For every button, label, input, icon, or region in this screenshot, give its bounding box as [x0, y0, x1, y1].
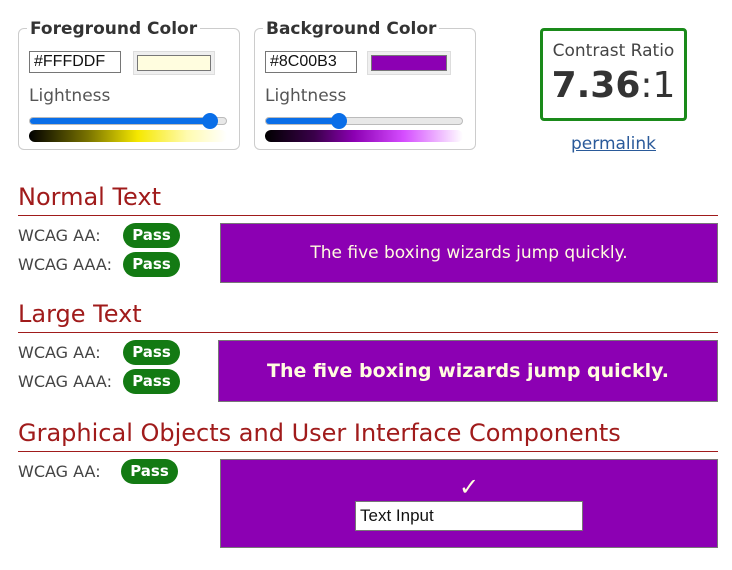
foreground-lightness-gradient — [29, 130, 227, 142]
contrast-ratio-number: 7.36 — [551, 65, 641, 106]
background-slider-thumb[interactable] — [330, 113, 347, 129]
graphical-wcag-aa-badge: Pass — [121, 459, 178, 484]
normal-text-divider — [18, 215, 718, 216]
large-text-divider — [18, 332, 718, 333]
contrast-ratio-box: Contrast Ratio 7.36:1 — [540, 28, 687, 121]
background-swatch — [371, 55, 447, 71]
normal-text-sample: The five boxing wizards jump quickly. — [220, 223, 718, 283]
graphical-objects-sample: ✓ Text Input — [220, 459, 718, 548]
normal-wcag-aaa-badge: Pass — [123, 252, 180, 277]
foreground-slider-thumb[interactable] — [202, 113, 219, 129]
contrast-ratio-label: Contrast Ratio — [552, 41, 675, 61]
foreground-swatch — [137, 55, 211, 71]
foreground-lightness-slider[interactable] — [29, 113, 227, 129]
contrast-ratio-suffix: :1 — [640, 65, 676, 106]
foreground-color-picker[interactable] — [133, 51, 215, 75]
checkmark-icon: ✓ — [458, 473, 480, 501]
foreground-lightness-label: Lightness — [29, 86, 111, 106]
large-wcag-aaa-label: WCAG AAA: — [18, 372, 112, 391]
background-lightness-label: Lightness — [265, 86, 347, 106]
foreground-slider-fill — [30, 118, 211, 124]
large-text-heading: Large Text — [18, 300, 142, 328]
sample-text-input[interactable]: Text Input — [355, 501, 583, 531]
normal-text-heading: Normal Text — [18, 183, 162, 211]
background-slider-fill — [266, 118, 339, 124]
foreground-color-panel: Foreground Color #FFFDDF Lightness — [18, 17, 240, 150]
graphical-wcag-aa-label: WCAG AA: — [18, 462, 101, 481]
background-hex-input[interactable]: #8C00B3 — [265, 51, 357, 73]
graphical-objects-divider — [18, 451, 718, 452]
normal-wcag-aa-label: WCAG AA: — [18, 226, 101, 245]
background-legend: Background Color — [263, 17, 440, 41]
background-lightness-gradient — [265, 130, 463, 142]
large-text-sample: The five boxing wizards jump quickly. — [218, 340, 718, 402]
background-color-picker[interactable] — [367, 51, 451, 75]
normal-wcag-aaa-label: WCAG AAA: — [18, 255, 112, 274]
contrast-ratio-value: 7.36:1 — [543, 65, 684, 106]
background-lightness-slider[interactable] — [265, 113, 463, 129]
background-color-panel: Background Color #8C00B3 Lightness — [254, 17, 476, 150]
large-wcag-aa-label: WCAG AA: — [18, 343, 101, 362]
foreground-hex-input[interactable]: #FFFDDF — [29, 51, 121, 73]
graphical-objects-heading: Graphical Objects and User Interface Com… — [18, 419, 621, 447]
foreground-legend: Foreground Color — [27, 17, 201, 41]
large-wcag-aaa-badge: Pass — [123, 369, 180, 394]
permalink-link[interactable]: permalink — [571, 134, 656, 154]
large-wcag-aa-badge: Pass — [123, 340, 180, 365]
normal-wcag-aa-badge: Pass — [123, 223, 180, 248]
